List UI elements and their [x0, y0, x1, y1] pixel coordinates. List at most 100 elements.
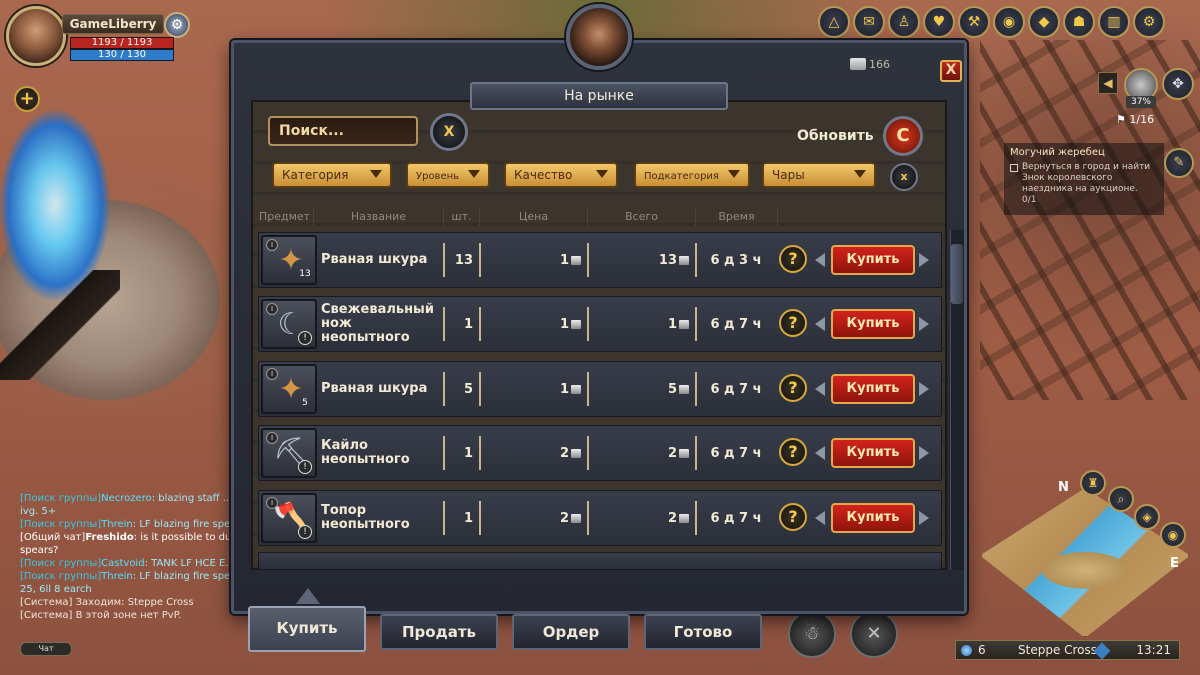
tab-done[interactable]: Готово	[644, 614, 762, 650]
filter-dropdown[interactable]: Уровень	[406, 162, 490, 188]
table-row-partial[interactable]	[258, 552, 942, 570]
item-slot[interactable]: I ⛏ !	[261, 428, 317, 478]
player-weapon	[0, 270, 120, 380]
filter-dropdown[interactable]: Качество	[504, 162, 618, 188]
chevron-left-icon	[815, 253, 825, 267]
item-total: 1	[587, 297, 695, 351]
zone-name: Steppe Cross	[1018, 643, 1098, 657]
settings-gear-icon[interactable]: ⚙	[1133, 6, 1165, 38]
silver-balance: 166	[850, 58, 890, 71]
item-badge: 13	[299, 269, 311, 279]
filter-dropdown[interactable]: Категория	[272, 162, 392, 188]
food-skill-icon[interactable]: ✕	[850, 610, 898, 658]
quest-scroll-icon[interactable]: ✎	[1164, 148, 1194, 178]
column-header-total[interactable]: Всего	[588, 208, 696, 226]
buy-button[interactable]: Купить	[831, 438, 915, 468]
chat-msg: : blazing staff ...	[151, 493, 233, 504]
chat-name[interactable]: Freshido	[85, 532, 133, 543]
quest-description-text: Вернуться в город и найти Знок королевск…	[1022, 162, 1151, 194]
buy-button[interactable]: Купить	[831, 503, 915, 533]
filters-clear-button[interactable]: x	[890, 163, 918, 191]
buy-button[interactable]: Купить	[831, 245, 915, 275]
tab-buy[interactable]: Купить	[248, 606, 366, 652]
item-slot[interactable]: I 🪓 !	[261, 493, 317, 543]
stats-chart-icon[interactable]: ▥	[1098, 6, 1130, 38]
refresh-button[interactable]: C	[883, 116, 923, 156]
item-slot[interactable]: I ✦ 5	[261, 364, 317, 414]
guild-icon[interactable]: ☗	[1063, 6, 1095, 38]
help-question-icon[interactable]: ?	[779, 503, 807, 531]
column-header-price[interactable]: Цена	[480, 208, 588, 226]
help-question-icon[interactable]: ?	[779, 438, 807, 466]
chat-name[interactable]: Castvoid	[101, 558, 144, 569]
table-row[interactable]: I ✦ 5 Рваная шкура 5 1 5 6 д 7 ч ? Купит…	[258, 361, 942, 417]
item-price: 1	[479, 297, 587, 351]
column-header-item[interactable]: Предмет	[256, 208, 314, 226]
help-question-icon[interactable]: ?	[779, 374, 807, 402]
buy-button[interactable]: Купить	[831, 309, 915, 339]
chat-name[interactable]: Threin	[101, 571, 133, 582]
chat-name[interactable]: Necrozero	[101, 493, 152, 504]
chevron-right-icon	[919, 511, 929, 525]
silver-icon	[679, 384, 689, 394]
chat-name[interactable]: Threin	[101, 519, 133, 530]
chat-channel: [Поиск группы]	[20, 493, 102, 504]
chat-log[interactable]: [Поиск группы]Necrozero: blazing staff .…	[20, 492, 234, 622]
column-header-qty[interactable]: шт.	[444, 208, 480, 226]
item-slot[interactable]: I ✦ 13	[261, 235, 317, 285]
quest-collapse-arrow-icon[interactable]: ◀	[1098, 72, 1118, 94]
player-settings-gear-icon[interactable]: ⚙	[164, 12, 190, 38]
item-badge: 5	[302, 398, 308, 408]
quest-description: Вернуться в город и найти Знок королевск…	[1010, 162, 1158, 195]
buy-button[interactable]: Купить	[831, 374, 915, 404]
quest-panel[interactable]: Могучий жеребец Вернуться в город и найт…	[1004, 143, 1164, 215]
tab-sell[interactable]: Продать	[380, 614, 498, 650]
active-tab-marker	[296, 588, 320, 604]
table-row[interactable]: I ✦ 13 Рваная шкура 13 1 13 6 д 3 ч ? Ку…	[258, 232, 942, 288]
premium-coin-icon[interactable]: ◉	[993, 6, 1025, 38]
map-bag-icon[interactable]: ♜	[1080, 470, 1106, 496]
item-time: 6 д 3 ч	[710, 252, 762, 268]
column-header-name[interactable]: Название	[314, 208, 444, 226]
chat-channel: [Общий чат]	[20, 532, 86, 543]
chevron-right-icon	[919, 253, 929, 267]
table-row[interactable]: I ☾ ! Свежевальный нож неопытного 1 1 1 …	[258, 296, 942, 352]
player-avatar[interactable]	[6, 6, 66, 66]
cursor-icon[interactable]: ✥	[1162, 68, 1194, 100]
refresh-label[interactable]: Обновить	[797, 128, 874, 144]
table-row[interactable]: I ⛏ ! Кайло неопытного 1 2 2 6 д 7 ч ? К…	[258, 425, 942, 481]
gem-icon[interactable]: ◆	[1028, 6, 1060, 38]
mount-skill-icon[interactable]: ☃	[788, 610, 836, 658]
map-search-icon[interactable]: ⌕	[1108, 486, 1134, 512]
scrollbar-thumb[interactable]	[951, 244, 963, 304]
character-icon[interactable]: ♙	[888, 6, 920, 38]
item-badge: !	[298, 460, 312, 474]
item-total: 5	[587, 362, 695, 416]
add-plus-icon[interactable]: +	[14, 86, 40, 112]
map-pin-icon[interactable]: ◉	[1160, 522, 1186, 548]
player-name: GameLiberry	[62, 14, 164, 34]
search-clear-button[interactable]: X	[430, 113, 468, 151]
silver-icon	[850, 58, 866, 70]
heart-shield-icon[interactable]: ♥	[923, 6, 955, 38]
map-layers-icon[interactable]: ◈	[1134, 504, 1160, 530]
filter-dropdown[interactable]: Подкатегория	[634, 162, 750, 188]
item-slot[interactable]: I ☾ !	[261, 299, 317, 349]
column-header-time[interactable]: Время	[696, 208, 778, 226]
mail-icon[interactable]: ✉	[853, 6, 885, 38]
silver-icon	[679, 319, 689, 329]
tab-order[interactable]: Ордер	[512, 614, 630, 650]
item-name: Кайло неопытного	[321, 438, 410, 467]
warning-triangle-icon[interactable]: △	[818, 6, 850, 38]
chat-tab[interactable]: Чат	[20, 642, 72, 656]
close-button[interactable]: X	[940, 60, 962, 82]
help-question-icon[interactable]: ?	[779, 309, 807, 337]
search-input[interactable]: Поиск...	[268, 116, 418, 146]
filter-label: Уровень	[416, 171, 460, 182]
filter-dropdown[interactable]: Чары	[762, 162, 876, 188]
help-question-icon[interactable]: ?	[779, 245, 807, 273]
crafting-tools-icon[interactable]: ⚒	[958, 6, 990, 38]
table-row[interactable]: I 🪓 ! Топор неопытного 1 2 2 6 д 7 ч ? К…	[258, 490, 942, 546]
quest-checkbox[interactable]	[1010, 164, 1018, 172]
chat-channel: [Поиск группы]	[20, 558, 102, 569]
